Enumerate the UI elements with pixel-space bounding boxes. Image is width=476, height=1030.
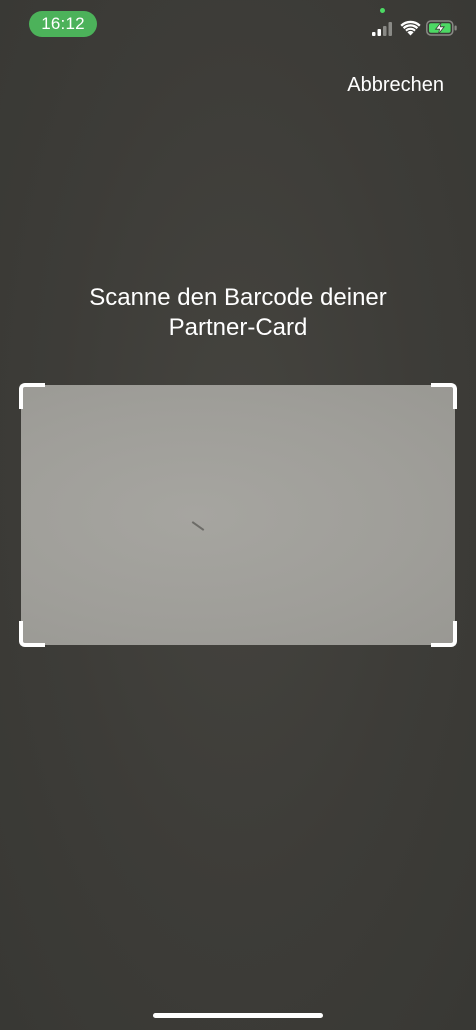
scan-instruction-line-1: Scanne den Barcode deiner [89,284,387,311]
viewfinder-corner-bottom-right [431,621,457,647]
wifi-icon [400,20,421,36]
status-time: 16:12 [29,11,97,37]
scan-viewfinder [19,383,457,647]
privacy-indicator-dot [380,8,385,13]
camera-image-speck [191,521,205,531]
home-indicator[interactable] [153,1013,323,1018]
cancel-button[interactable]: Abbrechen [347,72,444,98]
barcode-scanner-screen: 16:12 Abbrechen Scanne den Barcode deine… [0,0,476,1030]
viewfinder-corner-top-left [19,383,45,409]
battery-charging-icon [426,20,457,36]
camera-preview-area [21,385,455,645]
viewfinder-corner-bottom-left [19,621,45,647]
viewfinder-corner-top-right [431,383,457,409]
scan-instruction: Scanne den Barcode deiner Partner-Card [40,283,436,343]
scan-instruction-line-2: Partner-Card [168,314,308,341]
cellular-signal-icon [372,22,392,36]
